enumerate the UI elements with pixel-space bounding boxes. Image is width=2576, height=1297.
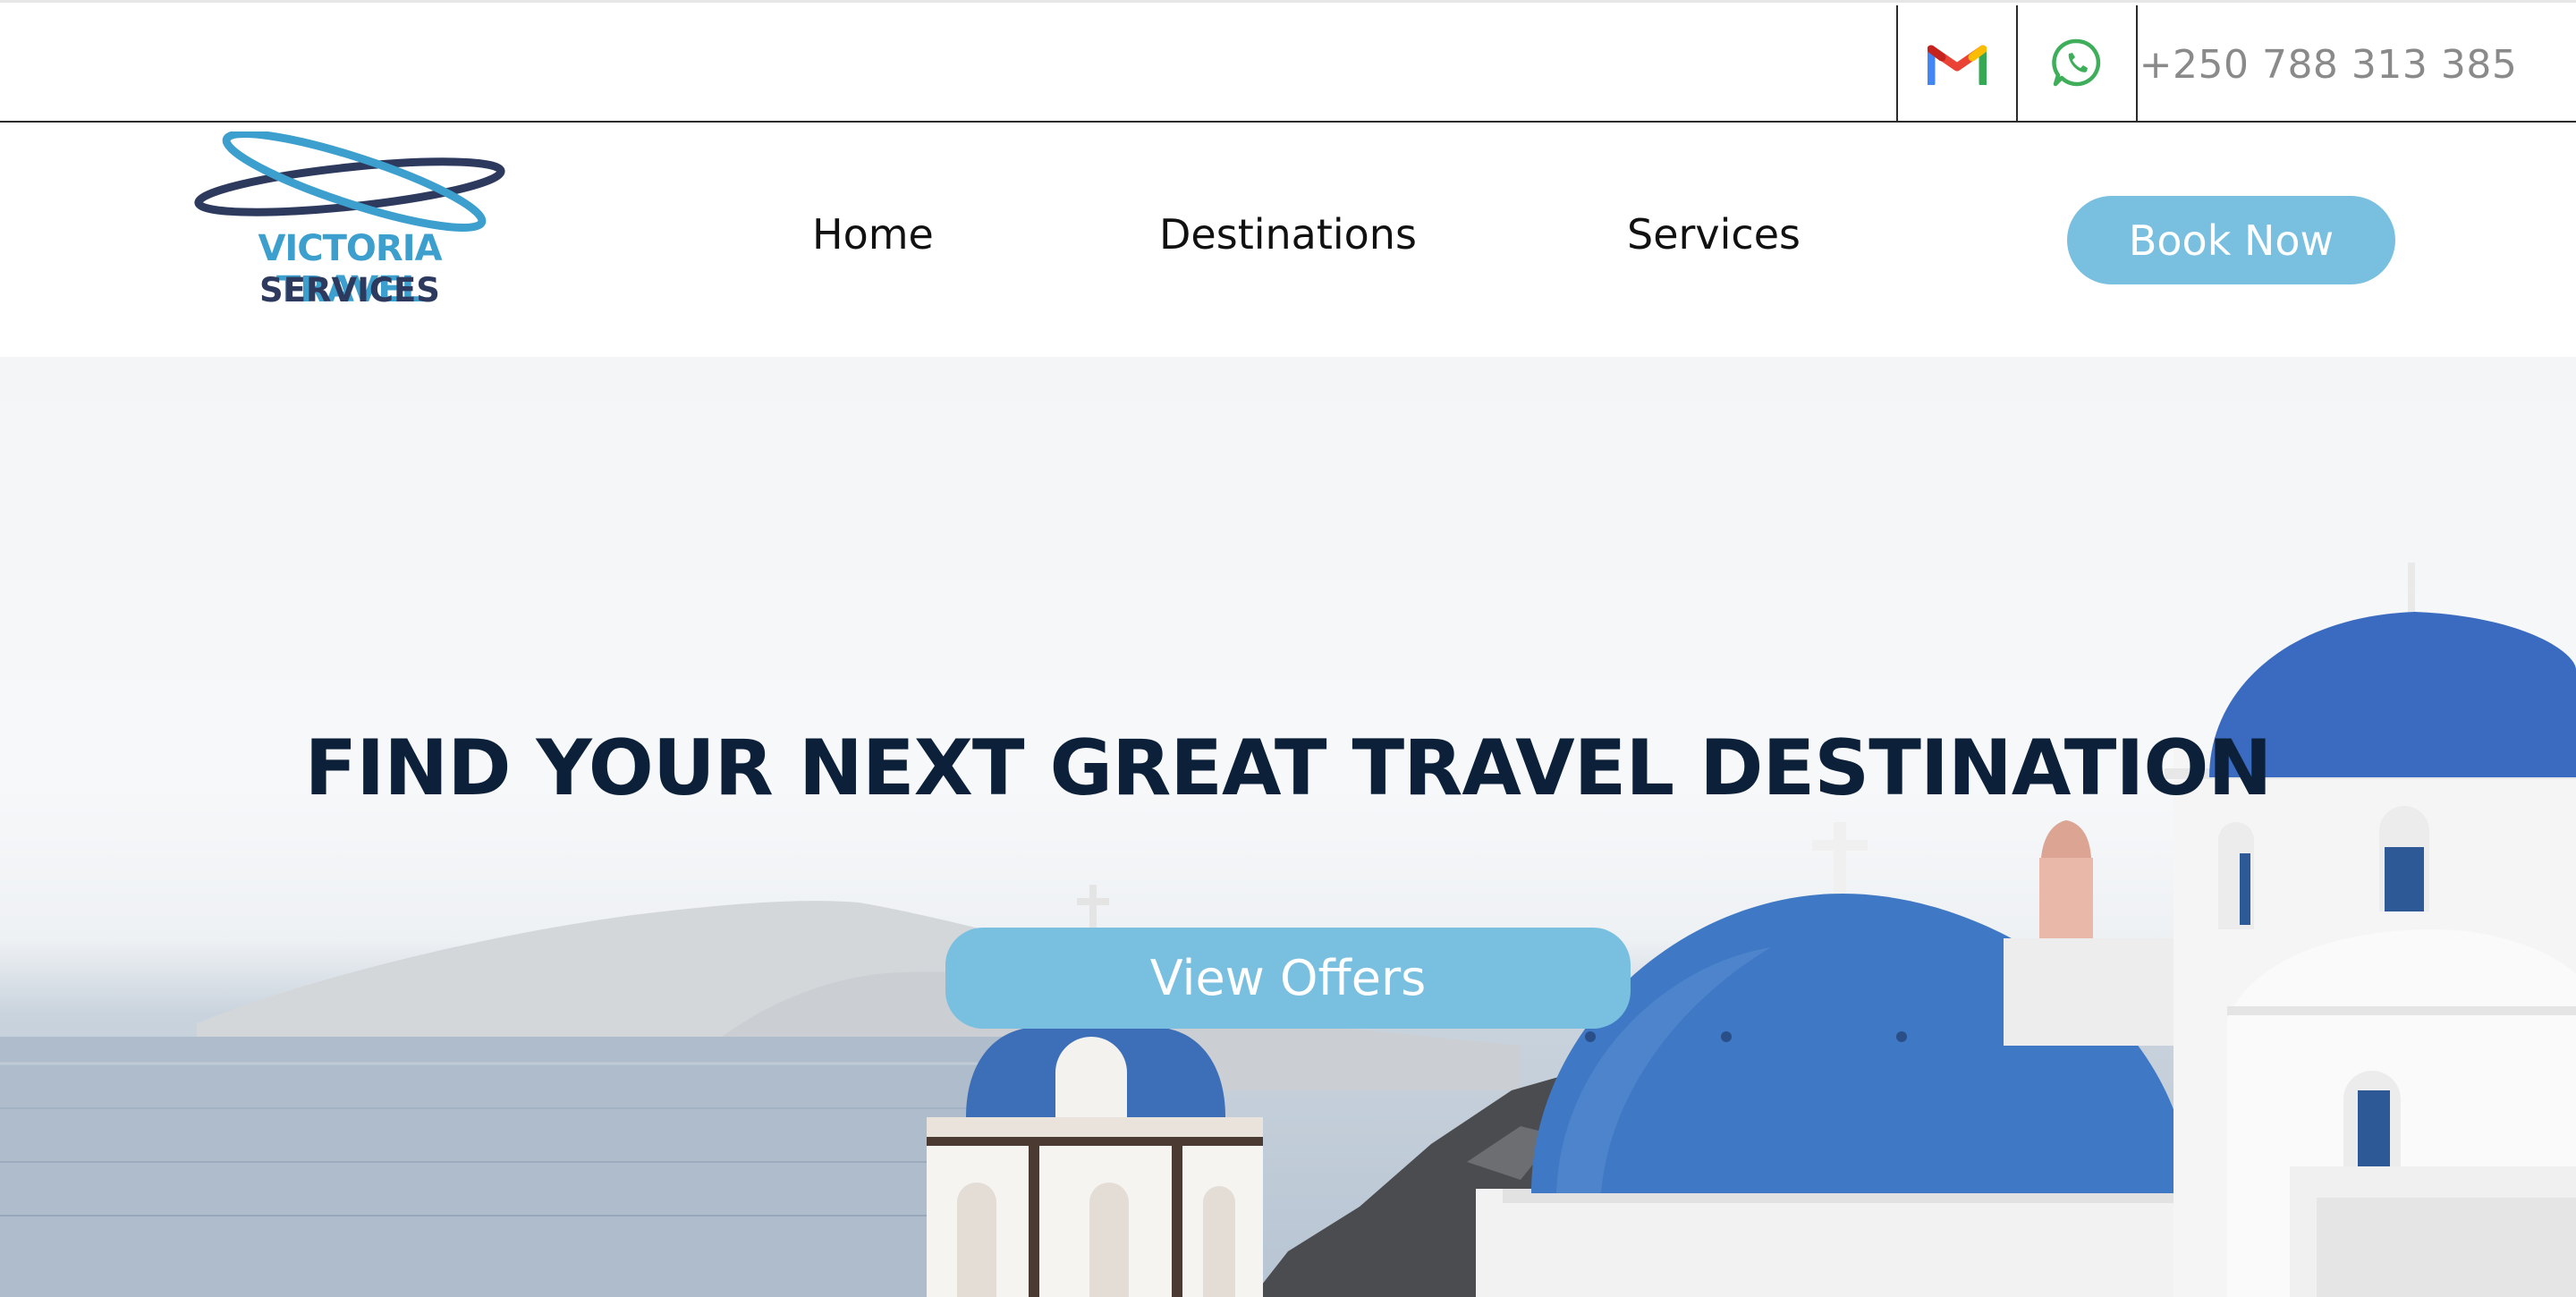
nav-services[interactable]: Services <box>1627 210 1801 259</box>
view-offers-button[interactable]: View Offers <box>945 928 1631 1029</box>
nav-home[interactable]: Home <box>812 210 934 259</box>
site-header: VICTORIA TRAVEL SERVICES Home Destinatio… <box>0 123 2576 357</box>
whatsapp-icon <box>2051 37 2103 92</box>
whatsapp-link[interactable] <box>2016 5 2136 123</box>
hero-title: FIND YOUR NEXT GREAT TRAVEL DESTINATION <box>304 724 2272 813</box>
airplane-orbit-logo <box>194 131 505 233</box>
logo-wordmark-bottom: SERVICES <box>259 271 440 309</box>
phone-cell[interactable]: +250 788 313 385 <box>2136 5 2576 123</box>
hero-section: FIND YOUR NEXT GREAT TRAVEL DESTINATION … <box>0 357 2576 1297</box>
book-now-button[interactable]: Book Now <box>2067 196 2395 284</box>
gmail-icon <box>1927 40 1987 89</box>
santorini-blue-domes-photo <box>0 563 2576 1297</box>
nav-destinations[interactable]: Destinations <box>1159 210 1417 259</box>
phone-number[interactable]: +250 788 313 385 <box>2140 42 2518 88</box>
top-contact-bar: +250 788 313 385 <box>0 0 2576 123</box>
brand-logo[interactable]: VICTORIA TRAVEL SERVICES <box>193 131 506 337</box>
gmail-link[interactable] <box>1896 5 2016 123</box>
